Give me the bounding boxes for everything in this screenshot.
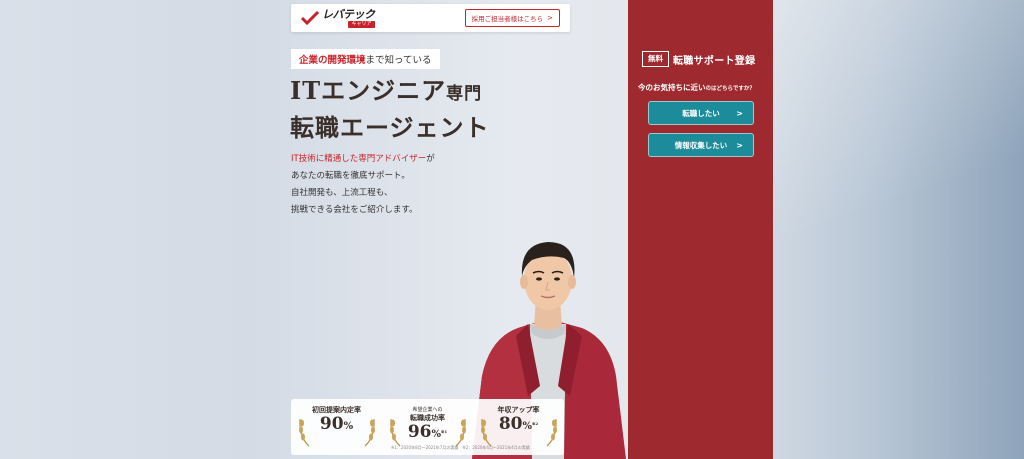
stat-number: 80 (498, 414, 523, 434)
tagline-highlight: 企業の開発環境 (299, 55, 366, 66)
panel-question: 今のお気持ちに近いのはどちらですか？ (638, 82, 755, 93)
laurel-left-icon (389, 418, 400, 447)
gather-information-label: 情報収集したい (674, 140, 728, 150)
gather-information-button[interactable]: 情報収集したい > (648, 133, 754, 157)
laurel-left-icon (480, 418, 491, 447)
laurel-right-icon (546, 418, 557, 447)
want-to-change-jobs-button[interactable]: 転職したい > (648, 101, 754, 125)
stat-success-rate: 希望企業への 転職成功率 96%※1 (386, 403, 470, 447)
laurel-left-icon (298, 418, 309, 447)
tagline: 企業の開発環境まで知っている (291, 49, 440, 69)
logo-sub-text: キャリア (348, 20, 375, 28)
desc-accent: IT技術に精通した専門アドバイザー (291, 154, 427, 164)
headline-line-1-main: ITエンジニア (290, 76, 447, 105)
stat-note: ※2 (532, 421, 539, 426)
panel-question-main: 今のお気持ちに近い (638, 83, 706, 92)
desc-line-2: あなたの転職を徹底サポート。 (291, 171, 410, 181)
site-header: レバテック キャリア 採用ご担当者様はこちら > (291, 4, 570, 32)
hero-description: IT技術に精通した専門アドバイザーが あなたの転職を徹底サポート。 自社開発も、… (291, 151, 435, 219)
desc-line-4: 挑戦できる会社をご紹介します。 (291, 205, 418, 215)
stat-number: 96 (407, 422, 432, 442)
laurel-right-icon (455, 418, 466, 447)
stat-label-main: 転職成功率 (410, 413, 445, 422)
headline-line-1: ITエンジニア専門 (290, 74, 490, 111)
stat-unit: % (522, 421, 533, 432)
page-headline: ITエンジニア専門 転職エージェント (290, 74, 490, 144)
checkmark-logo-icon (301, 11, 319, 25)
stat-unit: % (431, 429, 442, 440)
desc-line-1: IT技術に精通した専門アドバイザーが (291, 151, 435, 168)
headline-line-1-suffix: 専門 (446, 84, 483, 104)
stat-initial-offer-rate: 初回提案内定率 90% (295, 403, 379, 447)
stat-number: 90 (319, 414, 344, 434)
stat-salary-increase-rate: 年収アップ率 80%※2 (477, 403, 561, 447)
want-to-change-jobs-label: 転職したい (682, 108, 720, 118)
panel-title: 無料 転職サポート登録 (642, 51, 755, 67)
stats-footnote: ※1：2020年8月〜2021年7月の実績 ※2：2020年4月〜2021年4月… (391, 445, 530, 450)
registration-panel: 無料 転職サポート登録 今のお気持ちに近いのはどちらですか？ 転職したい > 情… (628, 0, 773, 459)
free-badge: 無料 (642, 51, 669, 67)
laurel-right-icon (364, 418, 375, 447)
headline-line-2: 転職エージェント (290, 113, 490, 142)
desc-line-3: 自社開発も、上流工程も、 (291, 188, 393, 198)
chevron-right-icon: > (547, 14, 553, 22)
stat-label-main: 初回提案内定率 (312, 405, 361, 414)
recruiter-link-label: 採用ご担当者様はこちら (471, 15, 544, 23)
stat-note: ※1 (441, 429, 448, 434)
stat-unit: % (343, 421, 354, 432)
logo-text: レバテック キャリア (322, 9, 375, 28)
chevron-right-icon: > (736, 140, 743, 150)
desc-line-1-rest: が (426, 154, 435, 164)
panel-title-text: 転職サポート登録 (673, 55, 756, 67)
panel-question-suffix: のはどちらですか？ (705, 86, 755, 92)
levtech-career-logo[interactable]: レバテック キャリア (301, 9, 375, 28)
tagline-rest: まで知っている (365, 55, 432, 66)
stat-label-main: 年収アップ率 (497, 405, 540, 414)
logo-main-text: レバテック (322, 7, 375, 21)
background-backdrop (773, 0, 1024, 459)
chevron-right-icon: > (736, 108, 743, 118)
recruiter-link-button[interactable]: 採用ご担当者様はこちら > (464, 9, 560, 27)
